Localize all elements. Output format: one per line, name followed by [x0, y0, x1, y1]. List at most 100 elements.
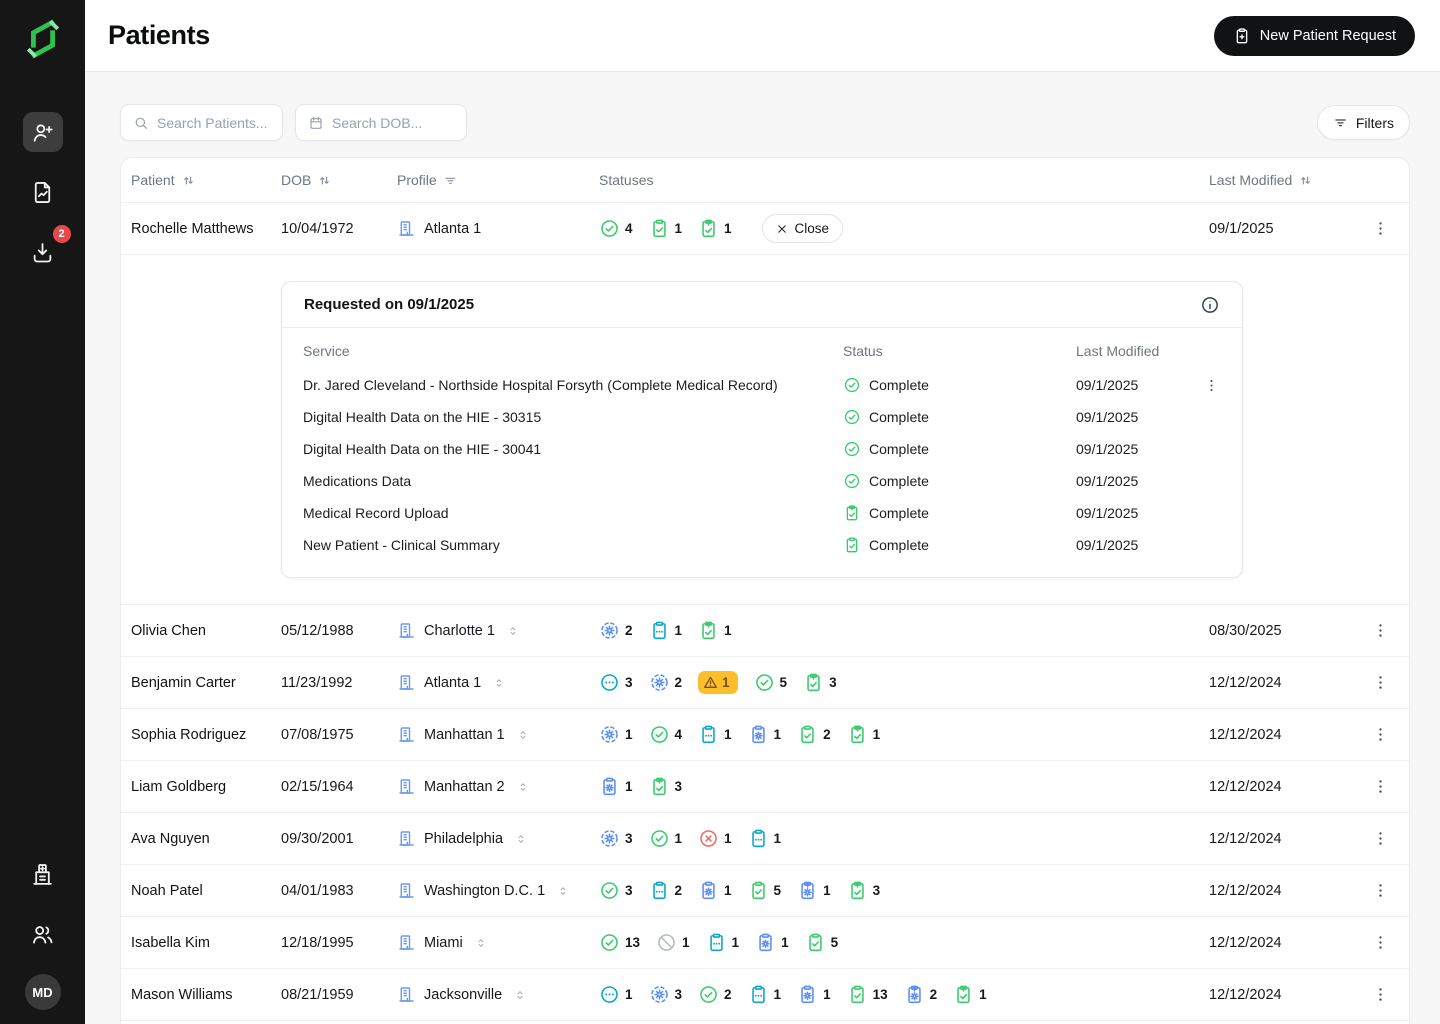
chevron-updown-icon[interactable] — [516, 780, 530, 794]
status-chip[interactable]: 2 — [649, 672, 683, 693]
row-menu-button[interactable] — [1361, 621, 1399, 640]
chevron-updown-icon[interactable] — [492, 676, 506, 690]
status-chip[interactable]: 1 — [649, 828, 683, 849]
chevron-updown-icon[interactable] — [474, 936, 488, 950]
status-chip[interactable]: 5 — [754, 672, 788, 693]
sidebar-item-users[interactable] — [23, 914, 63, 954]
status-chip[interactable]: 1 — [953, 984, 987, 1005]
status-chip[interactable]: 2 — [797, 724, 831, 745]
status-chip[interactable]: 3 — [599, 828, 633, 849]
status-chip[interactable]: 1 — [748, 724, 782, 745]
column-header-dob[interactable]: DOB — [281, 172, 397, 188]
chevron-updown-icon[interactable] — [556, 884, 570, 898]
status-chip[interactable]: 1 — [748, 828, 782, 849]
status-chip[interactable]: 5 — [748, 880, 782, 901]
table-row[interactable]: Sophia Rodriguez07/08/1975Manhattan 1141… — [121, 709, 1409, 761]
sidebar-item-downloads[interactable]: 2 — [23, 232, 63, 272]
status-chip[interactable]: 1 — [847, 724, 881, 745]
service-menu-button[interactable] — [1201, 377, 1221, 394]
status-chip[interactable]: 1 — [698, 620, 732, 641]
status-chip[interactable]: 2 — [649, 880, 683, 901]
status-chip[interactable]: 3 — [599, 672, 633, 693]
profile-cell[interactable]: Manhattan 1 — [397, 725, 599, 744]
sort-icon[interactable] — [1298, 173, 1313, 188]
status-chip[interactable]: 1 — [656, 932, 690, 953]
status-chip[interactable]: 2 — [599, 620, 633, 641]
brand-logo-icon[interactable] — [20, 16, 66, 62]
table-row[interactable]: Benjamin Carter11/23/1992Atlanta 1321531… — [121, 657, 1409, 709]
status-chip[interactable]: 1 — [797, 984, 831, 1005]
status-chip[interactable]: 3 — [649, 776, 683, 797]
profile-cell[interactable]: Charlotte 1 — [397, 621, 599, 640]
service-row[interactable]: Dr. Jared Cleveland - Northside Hospital… — [303, 369, 1221, 401]
avatar[interactable]: MD — [25, 974, 61, 1010]
chevron-updown-icon[interactable] — [514, 832, 528, 846]
status-chip[interactable]: 13 — [599, 932, 640, 953]
service-row[interactable]: Medical Record UploadComplete09/1/2025 — [303, 497, 1221, 529]
profile-cell[interactable]: Philadelphia — [397, 829, 599, 848]
status-chip[interactable]: 1 — [599, 724, 633, 745]
table-row[interactable]: Rochelle Matthews10/04/1972Atlanta 1411C… — [121, 203, 1409, 255]
status-chip[interactable]: 1 — [649, 620, 683, 641]
status-chip[interactable]: 2 — [698, 984, 732, 1005]
service-row[interactable]: Digital Health Data on the HIE - 30315Co… — [303, 401, 1221, 433]
row-menu-button[interactable] — [1361, 673, 1399, 692]
status-chip[interactable]: 1 — [748, 984, 782, 1005]
status-chip[interactable]: 1 — [599, 776, 633, 797]
info-icon[interactable] — [1200, 295, 1220, 315]
status-chip[interactable]: 3 — [599, 880, 633, 901]
row-menu-button[interactable] — [1361, 985, 1399, 1004]
status-chip[interactable]: 1 — [698, 880, 732, 901]
chevron-updown-icon[interactable] — [516, 728, 530, 742]
status-chip[interactable]: 1 — [706, 932, 740, 953]
table-row[interactable]: Noah Patel04/01/1983Washington D.C. 1321… — [121, 865, 1409, 917]
status-chip[interactable]: 4 — [599, 218, 633, 239]
profile-cell[interactable]: Jacksonville — [397, 985, 599, 1004]
search-patients-input[interactable] — [157, 115, 270, 131]
sort-icon[interactable] — [181, 173, 196, 188]
status-chip[interactable]: 1 — [755, 932, 789, 953]
status-chip[interactable]: 3 — [803, 672, 837, 693]
status-chip[interactable]: 13 — [847, 984, 888, 1005]
profile-cell[interactable]: Manhattan 2 — [397, 777, 599, 796]
filters-button[interactable]: Filters — [1317, 105, 1410, 140]
row-menu-button[interactable] — [1361, 219, 1399, 238]
search-dob-input[interactable] — [332, 115, 454, 131]
status-chip[interactable]: 1 — [797, 880, 831, 901]
new-patient-request-button[interactable]: New Patient Request — [1214, 16, 1415, 56]
service-row[interactable]: Medications DataComplete09/1/2025 — [303, 465, 1221, 497]
service-row[interactable]: New Patient - Clinical SummaryComplete09… — [303, 529, 1221, 561]
warning-status-badge[interactable]: 1 — [698, 671, 738, 694]
close-expanded-button[interactable]: Close — [762, 214, 844, 243]
filter-icon[interactable] — [443, 173, 458, 188]
status-chip[interactable]: 4 — [649, 724, 683, 745]
status-chip[interactable]: 1 — [698, 218, 732, 239]
table-row[interactable]: Liam Goldberg02/15/1964Manhattan 21312/1… — [121, 761, 1409, 813]
row-menu-button[interactable] — [1361, 725, 1399, 744]
status-chip[interactable]: 2 — [904, 984, 938, 1005]
column-header-profile[interactable]: Profile — [397, 172, 599, 188]
chevron-updown-icon[interactable] — [506, 624, 520, 638]
sort-icon[interactable] — [317, 173, 332, 188]
sidebar-item-patients[interactable] — [23, 112, 63, 152]
status-chip[interactable]: 1 — [649, 218, 683, 239]
status-chip[interactable]: 3 — [649, 984, 683, 1005]
status-chip[interactable]: 1 — [599, 984, 633, 1005]
column-header-last-modified[interactable]: Last Modified — [1209, 172, 1361, 188]
status-chip[interactable]: 5 — [805, 932, 839, 953]
column-header-patient[interactable]: Patient — [131, 172, 281, 188]
profile-cell[interactable]: Washington D.C. 1 — [397, 881, 599, 900]
status-chip[interactable]: 1 — [698, 724, 732, 745]
table-row[interactable]: Isabella Kim12/18/1995Miami13111512/12/2… — [121, 917, 1409, 969]
profile-cell[interactable]: Atlanta 1 — [397, 673, 599, 692]
status-chip[interactable]: 1 — [698, 828, 732, 849]
row-menu-button[interactable] — [1361, 777, 1399, 796]
row-menu-button[interactable] — [1361, 881, 1399, 900]
sidebar-item-reports[interactable] — [23, 172, 63, 212]
table-row[interactable]: Ava Nguyen09/30/2001Philadelphia311112/1… — [121, 813, 1409, 865]
chevron-updown-icon[interactable] — [513, 988, 527, 1002]
table-row[interactable]: Olivia Chen05/12/1988Charlotte 121108/30… — [121, 605, 1409, 657]
profile-cell[interactable]: Miami — [397, 933, 599, 952]
status-chip[interactable]: 3 — [847, 880, 881, 901]
row-menu-button[interactable] — [1361, 933, 1399, 952]
